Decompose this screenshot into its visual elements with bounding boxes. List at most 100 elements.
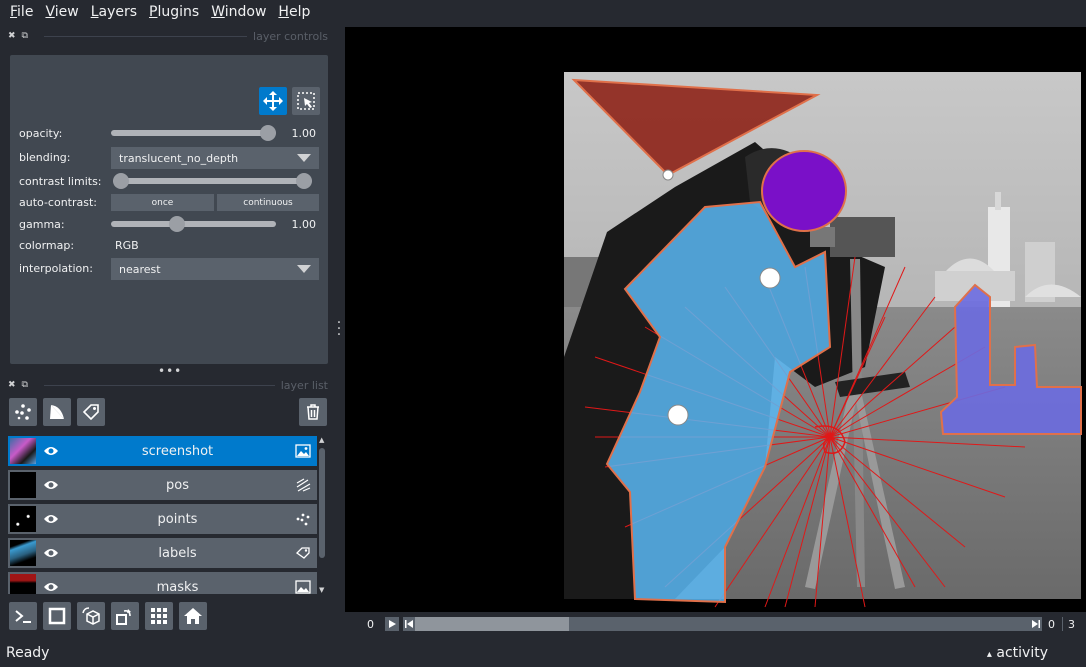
scroll-up-icon[interactable]: ▲ <box>319 436 324 444</box>
layer-list-scrollbar[interactable]: ▲ ▼ <box>318 436 326 594</box>
dock-splitter-handle[interactable]: · · · <box>336 316 342 342</box>
opacity-slider[interactable] <box>111 125 276 141</box>
skip-start-icon <box>405 620 413 628</box>
menu-plugins[interactable]: Plugins <box>143 4 205 20</box>
auto-contrast-continuous-button[interactable]: continuous <box>217 194 319 211</box>
dims-slider-thumb[interactable] <box>415 617 569 631</box>
trash-icon <box>307 404 319 420</box>
scroll-down-icon[interactable]: ▼ <box>319 586 324 594</box>
layer-thumbnail <box>10 574 36 594</box>
opacity-slider-handle[interactable] <box>260 125 276 141</box>
ellipse-shape[interactable] <box>761 150 847 232</box>
vectors-icon <box>289 478 317 492</box>
new-shapes-layer-button[interactable] <box>43 398 71 426</box>
status-bar: Ready ▴ activity <box>0 642 1086 667</box>
opacity-row: opacity: 1.00 <box>19 125 316 141</box>
console-button[interactable] <box>9 602 37 630</box>
contrast-limits-row: contrast limits: <box>19 170 320 192</box>
step-forward-button[interactable] <box>1030 617 1042 631</box>
image-icon <box>289 580 317 594</box>
dims-total-value: 3 <box>1068 617 1075 631</box>
chevron-down-icon <box>297 154 311 162</box>
interpolation-dropdown[interactable]: nearest <box>111 258 319 280</box>
colormap-value: RGB <box>115 238 139 252</box>
menu-layers[interactable]: Layers <box>85 4 143 20</box>
left-dock: ✖ ⧉ layer controls opacity: 1.00 blending… <box>0 26 336 636</box>
layer-name: masks <box>156 579 199 595</box>
layer-list: screenshot pos points labels masks <box>8 436 318 594</box>
layer-row-screenshot[interactable]: screenshot <box>8 436 317 466</box>
viewer-canvas[interactable] <box>345 27 1086 612</box>
layer-row-masks[interactable]: masks <box>8 572 317 594</box>
visibility-eye-icon[interactable] <box>36 479 66 491</box>
menu-file[interactable]: File <box>4 4 39 20</box>
ndisplay-button[interactable] <box>43 602 71 630</box>
move-arrows-icon <box>263 91 283 111</box>
dims-current-value: 0 <box>367 617 374 631</box>
visibility-eye-icon[interactable] <box>36 445 66 457</box>
layer-name: screenshot <box>141 443 214 459</box>
shape-vertex-handle[interactable] <box>662 169 674 181</box>
blending-dropdown[interactable]: translucent_no_depth <box>111 147 319 169</box>
visibility-eye-icon[interactable] <box>36 547 66 559</box>
roll-dims-button[interactable] <box>77 602 105 630</box>
contrast-limits-slider[interactable] <box>113 173 312 189</box>
auto-contrast-once-button[interactable]: once <box>111 194 214 211</box>
step-back-button[interactable] <box>403 617 415 631</box>
dock-close-icon[interactable]: ✖ <box>8 380 16 390</box>
dock-float-icon[interactable]: ⧉ <box>22 31 28 41</box>
layer-name: points <box>157 511 198 527</box>
delete-layer-button[interactable] <box>299 398 327 426</box>
triangle-up-icon: ▴ <box>986 649 992 660</box>
skip-end-icon <box>1032 620 1040 628</box>
transpose-button[interactable] <box>111 602 139 630</box>
scrollbar-thumb[interactable] <box>319 448 325 558</box>
shapes-icon <box>50 405 64 419</box>
play-button[interactable] <box>385 617 399 631</box>
menu-window[interactable]: Window <box>205 4 272 20</box>
labels-icon <box>289 546 317 560</box>
home-icon <box>184 608 202 624</box>
layer-row-points[interactable]: points <box>8 504 317 534</box>
transform-button[interactable] <box>292 87 320 115</box>
new-labels-layer-button[interactable] <box>77 398 105 426</box>
play-icon <box>389 620 396 628</box>
layer-list-title: layer list <box>280 378 328 392</box>
visibility-eye-icon[interactable] <box>36 581 66 593</box>
layer-controls-panel: opacity: 1.00 blending: translucent_no_d… <box>10 55 328 364</box>
activity-button[interactable]: ▴ activity <box>987 645 1048 661</box>
layer-row-pos[interactable]: pos <box>8 470 317 500</box>
terminal-icon <box>15 610 31 623</box>
menu-view[interactable]: View <box>39 4 84 20</box>
dock-float-icon[interactable]: ⧉ <box>22 380 28 390</box>
labels-icon <box>82 404 99 421</box>
canvas-scene <box>564 72 1082 608</box>
dock-close-icon[interactable]: ✖ <box>8 31 16 41</box>
gamma-row: gamma: 1.00 <box>19 216 316 232</box>
chevron-down-icon <box>297 265 311 273</box>
pan-zoom-button[interactable] <box>259 87 287 115</box>
layer-name: labels <box>158 545 197 561</box>
new-points-layer-button[interactable] <box>9 398 37 426</box>
contrast-high-handle[interactable] <box>296 173 312 189</box>
point-marker[interactable] <box>759 267 781 289</box>
transpose-icon <box>116 609 131 625</box>
status-text: Ready <box>6 645 50 661</box>
layer-thumbnail <box>10 472 36 498</box>
visibility-eye-icon[interactable] <box>36 513 66 525</box>
layer-buttons-toolbar <box>8 398 328 428</box>
grid-view-button[interactable] <box>145 602 173 630</box>
menu-help[interactable]: Help <box>272 4 316 20</box>
contrast-low-handle[interactable] <box>113 173 129 189</box>
layer-name: pos <box>166 477 189 493</box>
square-icon <box>48 607 66 625</box>
point-marker[interactable] <box>667 404 689 426</box>
layer-row-labels[interactable]: labels <box>8 538 317 568</box>
gamma-slider[interactable] <box>111 216 276 232</box>
gamma-slider-handle[interactable] <box>169 216 186 232</box>
reset-view-button[interactable] <box>179 602 207 630</box>
layer-thumbnail <box>10 438 36 464</box>
menu-bar: File View Layers Plugins Window Help <box>0 0 1086 24</box>
points-icon <box>289 512 317 526</box>
dims-slider-track[interactable] <box>415 617 1030 631</box>
